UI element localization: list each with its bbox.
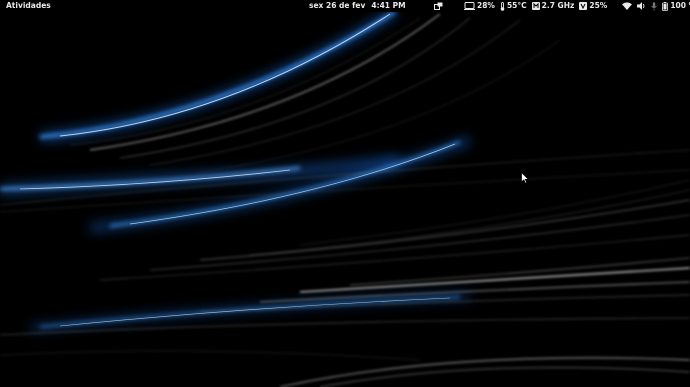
desktop-wallpaper bbox=[0, 12, 690, 387]
microphone-indicator[interactable] bbox=[651, 0, 658, 12]
laptop-battery-icon bbox=[464, 2, 475, 10]
top-bar: Atividades sex 26 de fev 4:41 PM 28% 55°… bbox=[0, 0, 690, 12]
cpu-usage-indicator[interactable]: 25% bbox=[579, 0, 607, 12]
cpu-usage-label: 25% bbox=[589, 1, 608, 10]
microphone-icon bbox=[651, 1, 658, 10]
activities-button[interactable]: Atividades bbox=[6, 0, 51, 12]
cpu-freq-label: 2.7 GHz bbox=[541, 1, 575, 10]
power-indicator[interactable]: 100 % bbox=[662, 0, 690, 12]
cpu-freq-indicator[interactable]: 2.7 GHz bbox=[531, 0, 575, 12]
temperature-label: 55°C bbox=[506, 1, 527, 10]
desktop: Atividades sex 26 de fev 4:41 PM 28% 55°… bbox=[0, 0, 690, 387]
battery-indicator[interactable]: 28% bbox=[464, 0, 495, 12]
clock-button[interactable]: sex 26 de fev 4:41 PM bbox=[309, 0, 406, 12]
battery-label: 28% bbox=[477, 1, 495, 10]
cpu-usage-icon bbox=[579, 2, 588, 10]
thermometer-icon bbox=[500, 1, 505, 11]
wifi-icon bbox=[622, 2, 633, 10]
battery-icon bbox=[662, 1, 669, 11]
app-indicator[interactable] bbox=[434, 0, 443, 12]
cpu-freq-icon bbox=[531, 2, 540, 10]
status-indicators: 28% 55°C 2.7 GHz 25% 100 bbox=[434, 0, 690, 12]
speaker-icon bbox=[637, 2, 645, 10]
time-label: 4:41 PM bbox=[371, 1, 406, 10]
temperature-indicator[interactable]: 55°C bbox=[500, 0, 527, 12]
wifi-indicator[interactable] bbox=[622, 0, 633, 12]
date-label: sex 26 de fev bbox=[309, 1, 366, 10]
mouse-cursor bbox=[521, 172, 529, 184]
volume-label: 100 % bbox=[670, 1, 690, 10]
window-switcher-icon bbox=[434, 2, 443, 10]
volume-indicator[interactable] bbox=[637, 0, 646, 12]
